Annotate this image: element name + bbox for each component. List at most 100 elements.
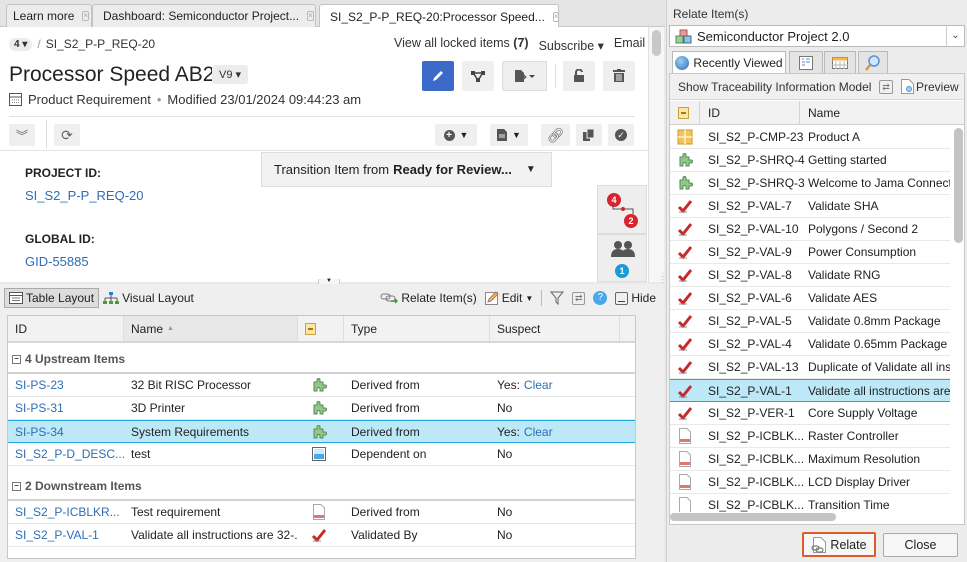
breadcrumb-count-dropdown[interactable]: 4 ▾: [9, 37, 33, 51]
project-id-value[interactable]: SI_S2_P-P_REQ-20: [25, 188, 144, 203]
list-item[interactable]: SI_S2_P-VAL-1 Validate all instructions a…: [670, 379, 950, 402]
row-id-link[interactable]: SI_S2_P-D_DESC...: [8, 447, 124, 461]
document-dropdown[interactable]: ▼: [490, 124, 528, 146]
add-dropdown[interactable]: + ▼: [435, 124, 477, 146]
list-item[interactable]: SI_S2_P-SHRQ-4 Getting started: [670, 149, 950, 172]
row-id-link[interactable]: SI_S2_P-VAL-1: [8, 528, 124, 542]
list-item[interactable]: SI_S2_P-VAL-4 Validate 0.65mm Package: [670, 333, 950, 356]
list-item[interactable]: SI_S2_P-ICBLK... Maximum Resolution: [670, 448, 950, 471]
transition-dropdown[interactable]: Transition Item from Ready for Review...…: [261, 152, 552, 187]
tab-search[interactable]: [858, 51, 888, 73]
review-button[interactable]: ✓: [608, 124, 634, 146]
row-id-link[interactable]: SI_S2_P-ICBLKR...: [8, 505, 124, 519]
table-layout-button[interactable]: Table Layout: [4, 288, 100, 308]
column-name[interactable]: Name: [800, 101, 964, 124]
row-type-icon: [298, 424, 344, 440]
column-id[interactable]: ID: [700, 101, 800, 124]
row-suspect: Yes: Clear: [490, 378, 620, 392]
column-type[interactable]: Type: [344, 316, 490, 341]
lock-button[interactable]: [563, 61, 595, 91]
row-id-link[interactable]: SI-PS-23: [8, 378, 124, 392]
vertical-scrollbar[interactable]: [648, 27, 664, 282]
table-row[interactable]: SI_S2_P-D_DESC... test Dependent on No: [8, 443, 635, 466]
collapse-icon[interactable]: −: [12, 354, 21, 364]
expand-all-button[interactable]: ︾: [9, 124, 35, 146]
relationships-button[interactable]: [462, 61, 494, 91]
help-button[interactable]: ?: [589, 288, 611, 308]
export-dropdown[interactable]: [502, 61, 547, 91]
filter-button[interactable]: [546, 288, 568, 308]
users-side-tab[interactable]: 1: [597, 234, 647, 282]
clear-suspect-link[interactable]: Clear: [524, 425, 553, 439]
list-item[interactable]: SI_S2_P-ICBLK... Raster Controller: [670, 425, 950, 448]
project-select[interactable]: Semiconductor Project 2.0 ⌄: [669, 25, 965, 47]
refresh-button[interactable]: ⟳: [54, 124, 80, 146]
email-link[interactable]: Email: [614, 36, 645, 53]
edit-dropdown[interactable]: Edit ▼: [481, 288, 538, 308]
list-vertical-scrollbar[interactable]: [953, 126, 965, 516]
close-icon[interactable]: ×: [82, 11, 90, 21]
table-row[interactable]: SI_S2_P-ICBLKR... Test requirement Derived…: [8, 501, 635, 524]
copy-button[interactable]: [576, 124, 602, 146]
tab-recently-viewed[interactable]: Recently Viewed: [672, 51, 786, 74]
list-item[interactable]: SI_S2_P-VER-1 Core Supply Voltage: [670, 402, 950, 425]
tab-learn-more[interactable]: Learn more ×: [6, 4, 92, 27]
column-itemtype[interactable]: [298, 316, 344, 341]
relate-button[interactable]: Relate: [802, 532, 876, 557]
table-row[interactable]: SI-PS-31 3D Printer Derived from No: [8, 397, 635, 420]
list-item[interactable]: SI_S2_P-VAL-7 Validate SHA: [670, 195, 950, 218]
breadcrumb-item[interactable]: SI_S2_P-P_REQ-20: [46, 37, 155, 51]
delete-button[interactable]: [603, 61, 635, 91]
collapse-icon[interactable]: −: [12, 481, 21, 491]
list-item[interactable]: SI_S2_P-VAL-6 Validate AES: [670, 287, 950, 310]
list-item[interactable]: SI_S2_P-VAL-9 Power Consumption: [670, 241, 950, 264]
list-item[interactable]: SI_S2_P-CMP-23 Product A: [670, 126, 950, 149]
tab-calendar[interactable]: [824, 51, 856, 73]
view-locked-link[interactable]: View all locked items (7): [394, 36, 529, 53]
relate-items-button[interactable]: Relate Item(s): [376, 288, 480, 308]
list-item[interactable]: SI_S2_P-ICBLK... LCD Display Driver: [670, 471, 950, 494]
list-item[interactable]: SI_S2_P-VAL-13 Duplicate of Validate all …: [670, 356, 950, 379]
resize-grip[interactable]: ::::::: [661, 273, 666, 295]
row-id-link[interactable]: SI-PS-31: [8, 401, 124, 415]
column-name[interactable]: Name ▲: [124, 316, 298, 341]
close-icon[interactable]: ×: [307, 11, 314, 21]
list-item[interactable]: SI_S2_P-VAL-5 Validate 0.8mm Package: [670, 310, 950, 333]
preview-button[interactable]: Preview: [901, 79, 959, 94]
edit-button[interactable]: [422, 61, 454, 91]
sync-icon[interactable]: ⇄: [879, 80, 893, 94]
tab-item[interactable]: SI_S2_P-P_REQ-20:Processor Speed... ×: [319, 4, 560, 28]
column-itemtype[interactable]: [670, 101, 700, 124]
tab-dashboard[interactable]: Dashboard: Semiconductor Project... ×: [92, 4, 316, 27]
show-tim-link[interactable]: Show Traceability Information Model: [678, 80, 871, 94]
table-row[interactable]: SI_S2_P-VAL-1 Validate all instructions a…: [8, 524, 635, 547]
global-id-value[interactable]: GID-55885: [25, 254, 89, 269]
table-row[interactable]: SI-PS-34 System Requirements Derived from Y…: [8, 420, 635, 443]
group-header[interactable]: −4 Upstream Items: [12, 352, 125, 366]
visual-layout-button[interactable]: Visual Layout: [99, 288, 198, 308]
sync-button[interactable]: ⇄: [568, 288, 589, 308]
list-item[interactable]: SI_S2_P-VAL-8 Validate RNG: [670, 264, 950, 287]
column-id[interactable]: ID: [8, 316, 124, 341]
list-horizontal-scrollbar[interactable]: [670, 512, 952, 522]
relationships-toolbar: Table Layout Visual Layout Relate Item(s…: [4, 287, 660, 309]
item-icon-cell: [670, 175, 700, 191]
clear-suspect-link[interactable]: Clear: [524, 378, 553, 392]
version-dropdown[interactable]: V9 ▾: [212, 65, 249, 84]
hide-button[interactable]: Hide: [611, 288, 660, 308]
relationships-side-tab[interactable]: 4 2: [597, 185, 647, 234]
table-row[interactable]: SI-PS-23 32 Bit RISC Processor Derived fro…: [8, 374, 635, 397]
close-icon[interactable]: ×: [552, 11, 560, 22]
list-item[interactable]: SI_S2_P-SHRQ-3 Welcome to Jama Connect: [670, 172, 950, 195]
column-suspect[interactable]: Suspect: [490, 316, 620, 341]
row-id-link[interactable]: SI-PS-34: [8, 425, 124, 439]
link-button[interactable]: 🔗︎: [541, 124, 570, 146]
tab-tree[interactable]: [789, 51, 823, 73]
list-item[interactable]: SI_S2_P-VAL-10 Polygons / Second 2: [670, 218, 950, 241]
list-item[interactable]: SI_S2_P-ICBLK... Transition Time: [670, 494, 950, 512]
group-header[interactable]: −2 Downstream Items: [12, 479, 142, 493]
subscribe-dropdown[interactable]: Subscribe ▾: [539, 38, 604, 53]
hierarchy-icon: [471, 71, 485, 82]
close-button[interactable]: Close: [883, 533, 958, 557]
suspect-value: No: [497, 528, 513, 542]
